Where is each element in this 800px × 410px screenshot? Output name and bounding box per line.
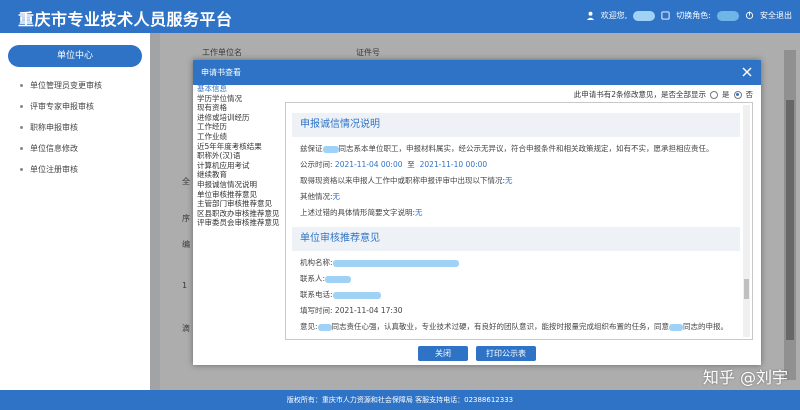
sidebar-unit-center[interactable]: 单位中心 (8, 45, 142, 67)
radio-yes[interactable] (710, 90, 718, 99)
username-mask (633, 10, 656, 21)
misconduct-description: 上述过错的具体情形简要文字说明:无 (300, 208, 423, 217)
dialog-title: 申请书查看 (201, 68, 241, 77)
welcome-label: 欢迎您, (600, 11, 628, 20)
display-option-text: 此申请书有2条修改意见，是否全部显示 (573, 90, 706, 99)
sidebar-menu: 单位管理员变更审核 评审专家申报审核 职称申报审核 单位信息修改 单位注册审核 (20, 75, 102, 180)
footer: 版权所有：重庆市人力资源和社会保障局 客服支持电话：02388612333 (0, 390, 800, 410)
sidebar-item-title-review[interactable]: 职称申报审核 (20, 117, 102, 138)
switch-role-icon[interactable] (661, 11, 670, 20)
content-scrollbar[interactable] (743, 105, 750, 337)
switch-role-label[interactable]: 切换角色: (676, 10, 711, 21)
content-scrollbar-thumb[interactable] (744, 279, 749, 299)
nav-item[interactable]: 职称外(汉)语 (197, 151, 283, 161)
sidebar-item-info-edit[interactable]: 单位信息修改 (20, 138, 102, 159)
nav-item[interactable]: 进修或培训经历 (197, 113, 283, 123)
header-user-area: 欢迎您, 切换角色: 安全退出 (586, 10, 792, 21)
dialog-footer: 关闭 打印公示表 (193, 342, 761, 365)
dialog-content-pane[interactable]: 申报诚信情况说明 兹保证 同志系本单位职工，申报材料属实，经公示无异议，符合申报条… (285, 102, 753, 340)
section-title-recommend: 单位审核推荐意见 (292, 227, 740, 251)
radio-no-label[interactable]: 否 (746, 89, 754, 100)
misconduct-question: 取得现资格以来申报人工作中或职称申报评审中出现以下情况:无 (300, 176, 513, 185)
watermark: 知乎 @刘宇 (702, 368, 788, 387)
section-title-integrity: 申报诚信情况说明 (292, 113, 740, 137)
close-icon[interactable] (741, 66, 753, 78)
nav-item[interactable]: 主管部门审核推荐意见 (197, 199, 283, 209)
logout-icon[interactable] (745, 11, 754, 20)
dialog-nav: 基本信息 学历学位情况 现有资格 进修或培训经历 工作经历 工作业绩 近5年年度… (197, 84, 283, 228)
contact-row: 联系人: (292, 271, 740, 287)
nav-item[interactable]: 区县职改办审核推荐意见 (197, 209, 283, 219)
nav-item[interactable]: 工作业绩 (197, 132, 283, 142)
logout-link[interactable]: 安全退出 (760, 10, 792, 21)
other-situation: 其他情况:无 (300, 192, 341, 201)
nav-item[interactable]: 现有资格 (197, 103, 283, 113)
sidebar: 单位中心 单位管理员变更审核 评审专家申报审核 职称申报审核 单位信息修改 单位… (0, 33, 150, 390)
nav-item[interactable]: 工作经历 (197, 122, 283, 132)
integrity-statement: 兹保证 同志系本单位职工，申报材料属实，经公示无异议，符合申报条件和相关政策规定，… (300, 144, 714, 153)
nav-item-basic-info[interactable]: 基本信息 (197, 84, 283, 94)
nav-item[interactable]: 评审委员会审核推荐意见 (197, 218, 283, 228)
name-mask (669, 323, 684, 331)
display-all-option: 此申请书有2条修改意见，是否全部显示 是 否 (574, 89, 753, 100)
opinion-row: 意见: 同志责任心强，认真敬业，专业技术过硬，有良好的团队意识，能按时报量完成组织… (300, 322, 729, 331)
app-title: 重庆市专业技术人员服务平台 (18, 10, 233, 29)
top-header: 重庆市专业技术人员服务平台 欢迎您, 切换角色: 安全退出 (0, 0, 800, 33)
application-dialog: 申请书查看 基本信息 学历学位情况 现有资格 进修或培训经历 工作经历 工作业绩… (193, 60, 761, 365)
contact-mask (325, 275, 352, 283)
name-mask (322, 145, 339, 153)
nav-item[interactable]: 申报诚信情况说明 (197, 180, 283, 190)
publicity-time: 公示时间: 2021-11-04 00:00 至 2021-11-10 00:0… (300, 160, 488, 169)
nav-item[interactable]: 学历学位情况 (197, 94, 283, 104)
close-button[interactable]: 关闭 (418, 346, 468, 361)
name-mask (317, 323, 332, 331)
nav-item[interactable]: 近5年年度考核结果 (197, 142, 283, 152)
sidebar-item-expert-review[interactable]: 评审专家申报审核 (20, 96, 102, 117)
print-publicity-button[interactable]: 打印公示表 (476, 346, 536, 361)
radio-no[interactable] (733, 90, 742, 99)
dialog-header: 申请书查看 (193, 60, 761, 85)
phone-mask (332, 291, 381, 299)
nav-item[interactable]: 继续教育 (197, 170, 283, 180)
user-icon (586, 11, 594, 20)
phone-row: 联系电话: (292, 287, 740, 303)
fill-time-row: 填写时间: 2021-11-04 17:30 (300, 306, 403, 315)
sidebar-item-admin-change[interactable]: 单位管理员变更审核 (20, 75, 102, 96)
nav-item[interactable]: 计算机应用考试 (197, 161, 283, 171)
sidebar-item-register-review[interactable]: 单位注册审核 (20, 159, 102, 180)
nav-item[interactable]: 单位审核推荐意见 (197, 190, 283, 200)
role-mask[interactable] (717, 10, 739, 21)
radio-yes-label[interactable]: 是 (722, 89, 730, 100)
org-name-mask (332, 259, 459, 267)
org-name-row: 机构名称: (292, 255, 740, 271)
